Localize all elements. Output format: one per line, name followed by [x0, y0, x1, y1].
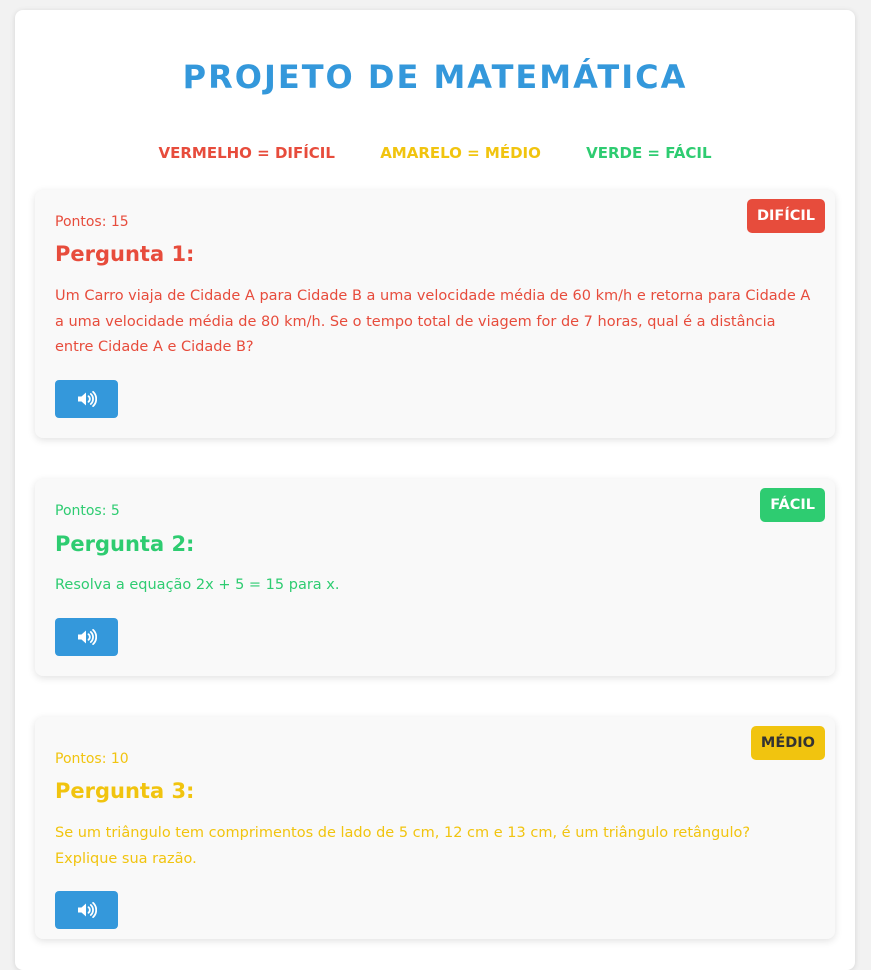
difficulty-badge: MÉDIO [750, 726, 825, 760]
points-label: Pontos: 10 [55, 751, 129, 767]
speaker-icon [77, 629, 97, 645]
speaker-icon [77, 902, 97, 918]
page-title: PROJETO DE MATEMÁTICA [182, 58, 688, 96]
play-audio-button[interactable] [55, 618, 118, 656]
difficulty-badge: DIFÍCIL [746, 199, 825, 233]
speaker-icon [77, 391, 97, 407]
legend-easy: VERDE = FÁCIL [586, 144, 712, 162]
points-label: Pontos: 15 [55, 214, 129, 230]
question-title: Pergunta 1: [55, 242, 195, 266]
question-title: Pergunta 3: [55, 779, 195, 803]
question-text: Se um triângulo tem comprimentos de lado… [55, 825, 751, 867]
question-card-3: MÉDIO Pontos: 10 Pergunta 3: Se um triân… [35, 717, 835, 939]
legend-medium: AMARELO = MÉDIO [380, 144, 541, 162]
page-container: PROJETO DE MATEMÁTICA VERMELHO = DIFÍCIL… [15, 10, 855, 970]
question-card-2: FÁCIL Pontos: 5 Pergunta 2: Resolva a eq… [35, 479, 835, 676]
play-audio-button[interactable] [55, 380, 118, 418]
points-label: Pontos: 5 [55, 503, 120, 519]
question-card-1: DIFÍCIL Pontos: 15 Pergunta 1: Um Carro … [35, 190, 835, 438]
difficulty-legend: VERMELHO = DIFÍCIL AMARELO = MÉDIO VERDE… [15, 144, 855, 162]
question-title: Pergunta 2: [55, 532, 195, 556]
legend-hard: VERMELHO = DIFÍCIL [158, 144, 335, 162]
question-text: Resolva a equação 2x + 5 = 15 para x. [55, 577, 340, 593]
difficulty-badge: FÁCIL [760, 488, 825, 522]
play-audio-button[interactable] [55, 891, 118, 929]
question-text: Um Carro viaja de Cidade A para Cidade B… [55, 288, 811, 355]
